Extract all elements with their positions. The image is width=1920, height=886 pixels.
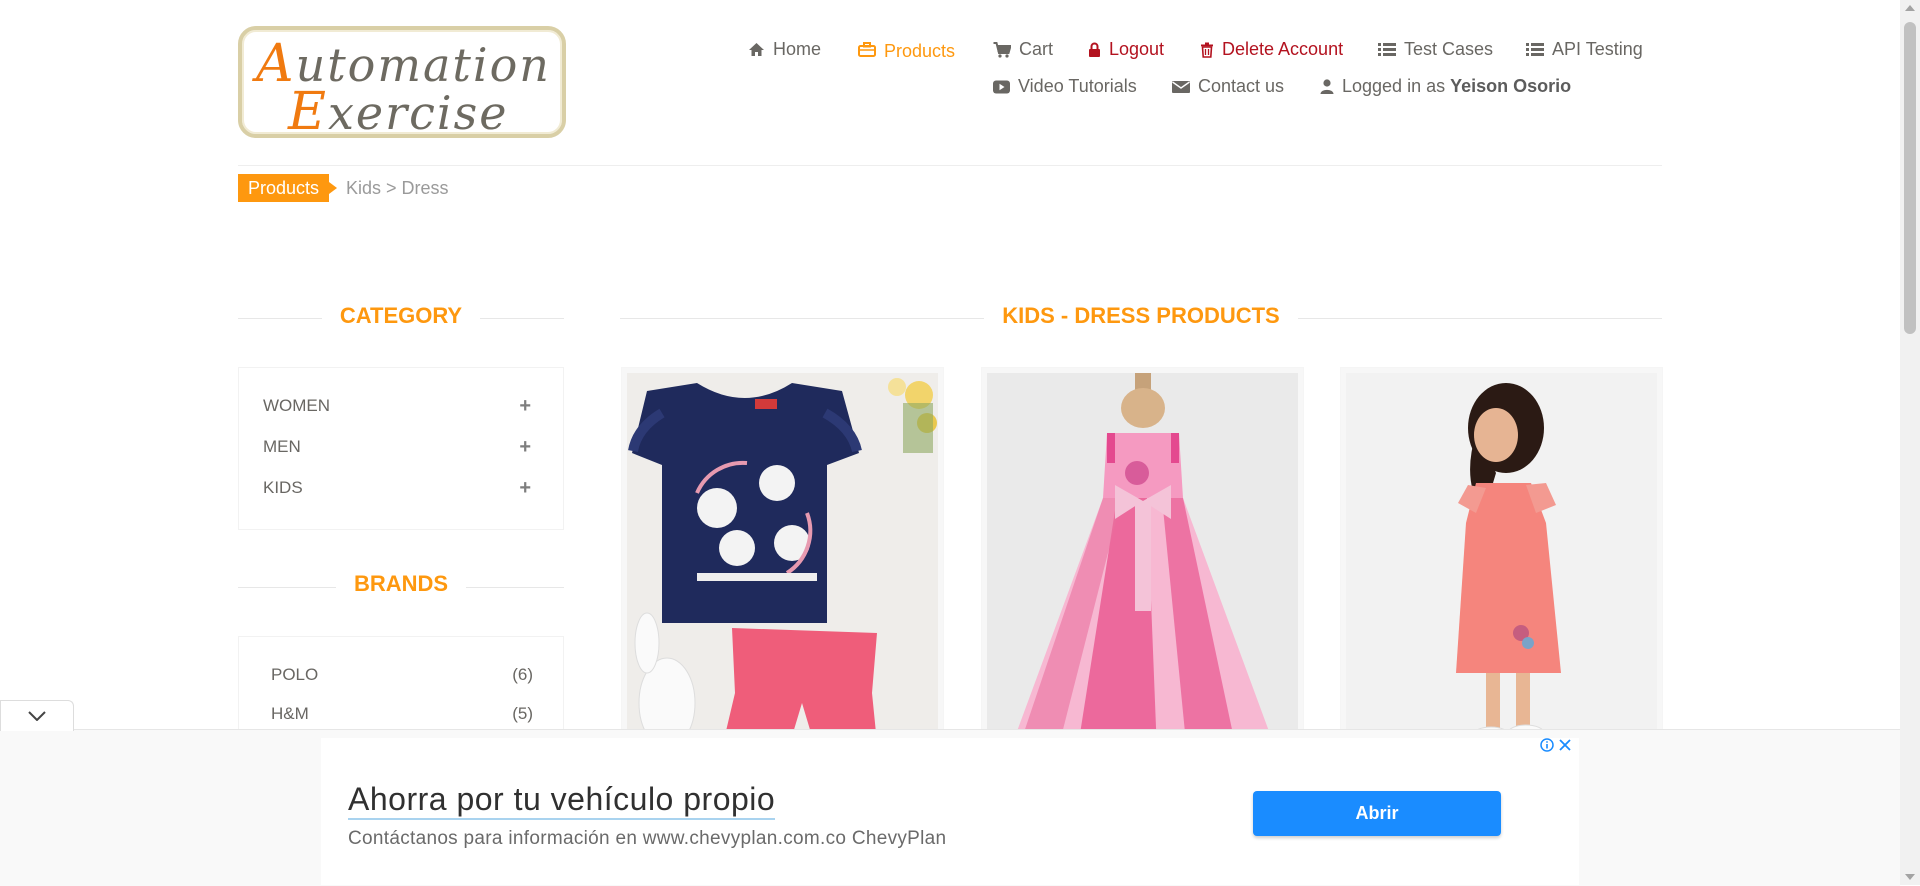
product-card-1[interactable] bbox=[621, 367, 944, 747]
scroll-thumb[interactable] bbox=[1904, 22, 1916, 334]
category-men[interactable]: MEN + bbox=[263, 435, 531, 459]
envelope-icon bbox=[1172, 80, 1190, 93]
page-scrollbar[interactable] bbox=[1900, 0, 1920, 885]
plus-icon[interactable]: + bbox=[519, 436, 531, 459]
product-card-2[interactable] bbox=[981, 367, 1304, 747]
nav-delete-account-label: Delete Account bbox=[1222, 39, 1344, 59]
nav-logged-in-user: Logged in as Yeison Osorio bbox=[1320, 76, 1571, 97]
brands-panel: POLO (6) H&M (5) bbox=[238, 636, 564, 736]
category-women-label: WOMEN bbox=[263, 396, 331, 415]
close-icon[interactable] bbox=[1558, 738, 1572, 752]
ad-subtitle: Contáctanos para información en www.chev… bbox=[348, 828, 947, 849]
brand-hm[interactable]: H&M (5) bbox=[271, 702, 533, 726]
brand-polo-count: (6) bbox=[512, 665, 533, 684]
product-card-3[interactable] bbox=[1340, 367, 1663, 747]
nav-products-label: Products bbox=[884, 41, 956, 61]
product-image-1[interactable] bbox=[627, 373, 938, 746]
category-kids[interactable]: KIDS + bbox=[263, 476, 531, 500]
nav-contact-us-label: Contact us bbox=[1198, 76, 1285, 96]
products-title: KIDS - DRESS PRODUCTS bbox=[620, 303, 1662, 329]
nav-test-cases-label: Test Cases bbox=[1404, 39, 1494, 59]
nav-video-tutorials[interactable]: Video Tutorials bbox=[993, 76, 1137, 97]
page: Automation Exercise Home Products Cart L… bbox=[0, 0, 1900, 886]
ad-collapse-toggle[interactable] bbox=[0, 700, 74, 731]
nav-delete-account[interactable]: Delete Account bbox=[1200, 39, 1343, 60]
nav-products[interactable]: Products bbox=[858, 39, 956, 61]
briefcase-icon bbox=[858, 42, 876, 57]
logged-in-text: Logged in as Yeison Osorio bbox=[1342, 76, 1571, 97]
main-nav: Home Products Cart Logout Delete Account… bbox=[748, 39, 1648, 99]
ad-controls bbox=[1540, 738, 1572, 752]
nav-video-tutorials-label: Video Tutorials bbox=[1018, 76, 1137, 96]
category-kids-label: KIDS bbox=[263, 478, 303, 497]
products-title-text: KIDS - DRESS PRODUCTS bbox=[984, 303, 1298, 328]
brand-hm-label: H&M bbox=[271, 704, 309, 723]
product-photo-coral-dress bbox=[1346, 373, 1657, 746]
nav-contact-us[interactable]: Contact us bbox=[1172, 76, 1284, 97]
product-image-2[interactable] bbox=[987, 373, 1298, 746]
nav-logout[interactable]: Logout bbox=[1088, 39, 1164, 60]
breadcrumb-products[interactable]: Products bbox=[238, 174, 338, 202]
brands-title-text: BRANDS bbox=[335, 571, 467, 596]
nav-logout-label: Logout bbox=[1109, 39, 1165, 59]
site-logo[interactable]: Automation Exercise bbox=[238, 26, 566, 142]
nav-home[interactable]: Home bbox=[748, 39, 821, 60]
nav-cart-label: Cart bbox=[1019, 39, 1054, 59]
category-panel: WOMEN + MEN + KIDS + bbox=[238, 367, 564, 530]
plus-icon[interactable]: + bbox=[519, 477, 531, 500]
header-divider bbox=[238, 165, 1662, 166]
product-photo-tshirt-shorts bbox=[627, 373, 938, 746]
logged-in-prefix: Logged in as bbox=[1342, 76, 1446, 96]
brands-title: BRANDS bbox=[238, 571, 564, 597]
category-title: CATEGORY bbox=[238, 303, 564, 329]
ad-open-button[interactable]: Abrir bbox=[1253, 791, 1501, 836]
trash-icon bbox=[1201, 42, 1213, 58]
logo-text-line2: xercise bbox=[327, 86, 509, 140]
logged-in-username: Yeison Osorio bbox=[1450, 76, 1572, 96]
product-photo-tutu-dress bbox=[987, 373, 1298, 746]
list-icon bbox=[1378, 43, 1396, 56]
chevron-down-icon bbox=[28, 711, 46, 721]
shopping-cart-icon bbox=[993, 41, 1011, 58]
nav-api-testing-label: API Testing bbox=[1552, 39, 1643, 59]
nav-test-cases[interactable]: Test Cases bbox=[1378, 39, 1493, 60]
nav-home-label: Home bbox=[773, 39, 822, 59]
category-women[interactable]: WOMEN + bbox=[263, 394, 531, 418]
ad-title[interactable]: Ahorra por tu vehículo propio bbox=[348, 780, 776, 820]
info-icon[interactable] bbox=[1540, 738, 1554, 752]
category-men-label: MEN bbox=[263, 437, 301, 456]
nav-cart[interactable]: Cart bbox=[993, 39, 1053, 60]
youtube-play-icon bbox=[993, 80, 1010, 93]
scroll-down-arrow-icon[interactable] bbox=[1905, 874, 1915, 880]
lock-icon bbox=[1089, 42, 1100, 57]
brand-polo-label: POLO bbox=[271, 665, 319, 684]
home-icon bbox=[749, 43, 764, 56]
list-icon bbox=[1526, 43, 1544, 56]
product-image-3[interactable] bbox=[1346, 373, 1657, 746]
logo-letter-e: E bbox=[288, 82, 328, 142]
plus-icon[interactable]: + bbox=[519, 395, 531, 418]
category-title-text: CATEGORY bbox=[321, 303, 481, 328]
user-icon bbox=[1320, 79, 1334, 94]
breadcrumb-path: Kids > Dress bbox=[346, 178, 449, 198]
nav-api-testing[interactable]: API Testing bbox=[1526, 39, 1643, 60]
brand-polo[interactable]: POLO (6) bbox=[271, 663, 533, 687]
scroll-up-arrow-icon[interactable] bbox=[1905, 5, 1915, 11]
brand-hm-count: (5) bbox=[512, 704, 533, 723]
